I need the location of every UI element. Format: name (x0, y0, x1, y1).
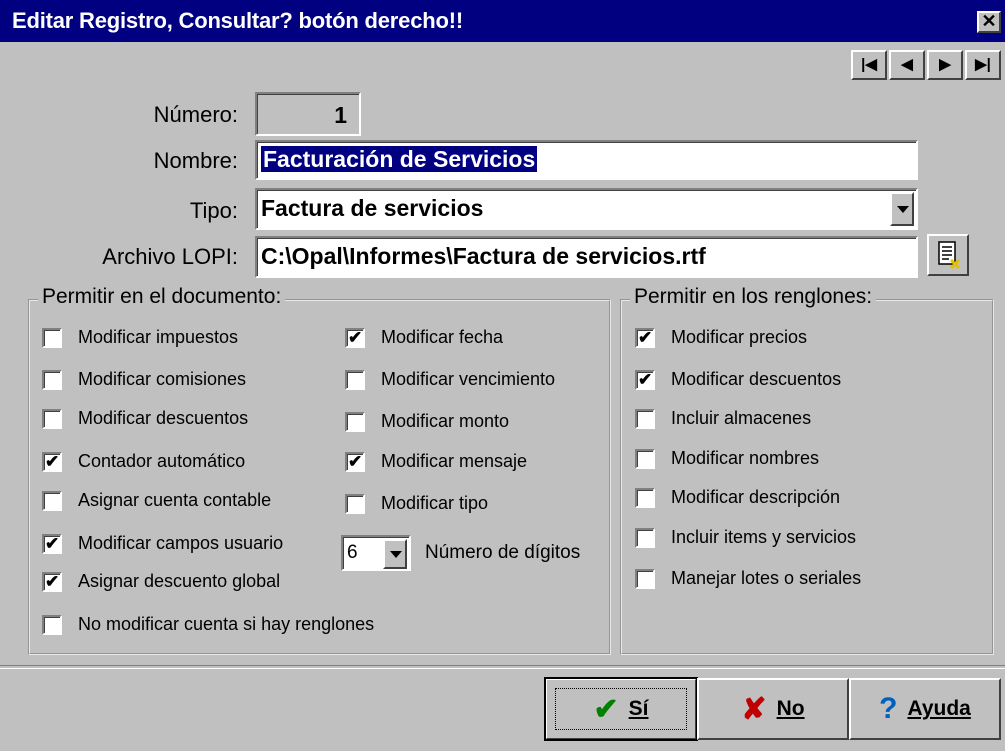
tipo-dropdown-button[interactable] (890, 192, 914, 226)
checkbox-modificar-monto[interactable]: Modificar monto (345, 411, 509, 432)
tipo-label: Tipo: (189, 198, 238, 223)
window-title: Editar Registro, Consultar? botón derech… (12, 8, 463, 33)
chevron-down-icon (897, 206, 909, 213)
browse-file-button[interactable] (927, 234, 969, 276)
check-mark-icon: ✔ (348, 451, 363, 471)
prev-record-button[interactable]: ◀ (889, 50, 925, 80)
record-navigator: |◀ ◀ ▶ ▶| (849, 50, 1001, 80)
first-record-button[interactable]: |◀ (851, 50, 887, 80)
checkbox-modificar-fecha[interactable]: ✔ Modificar fecha (345, 327, 503, 348)
row-options-group: Permitir en los renglones: (620, 285, 994, 655)
document-group-legend: Permitir en el documento: (38, 285, 286, 309)
tipo-select[interactable]: Factura de servicios (255, 188, 918, 230)
digits-dropdown-button[interactable] (383, 539, 407, 569)
nombre-value: Facturación de Servicios (261, 146, 538, 172)
checkbox-asignar-descuento-global[interactable]: ✔ Asignar descuento global (42, 571, 280, 592)
checkbox-modificar-tipo[interactable]: Modificar tipo (345, 493, 488, 514)
dialog-window: Editar Registro, Consultar? botón derech… (0, 0, 1005, 751)
checkbox-modificar-mensaje[interactable]: ✔ Modificar mensaje (345, 451, 527, 472)
help-icon: ? (879, 692, 898, 725)
first-icon: |◀ (861, 56, 877, 73)
check-mark-icon: ✔ (348, 327, 363, 347)
checkbox-modificar-vencimiento[interactable]: Modificar vencimiento (345, 369, 555, 390)
archivo-value: C:\Opal\Informes\Factura de servicios.rt… (261, 243, 706, 269)
tipo-value: Factura de servicios (261, 195, 484, 221)
digits-select[interactable]: 6 (341, 535, 411, 571)
chevron-down-icon (390, 551, 402, 558)
close-button[interactable]: ✕ (977, 11, 1001, 33)
numero-label: Número: (153, 102, 238, 127)
checkbox-modificar-descuentos[interactable]: Modificar descuentos (42, 408, 248, 429)
check-mark-icon: ✔ (45, 451, 60, 471)
document-options-group: Permitir en el documento: (28, 285, 611, 655)
checkbox-manejar-lotes[interactable]: Manejar lotes o seriales (635, 568, 861, 589)
archivo-label: Archivo LOPI: (102, 244, 238, 269)
next-icon: ▶ (939, 56, 951, 73)
checkbox-modificar-descripcion[interactable]: Modificar descripción (635, 487, 840, 508)
checkbox-modificar-comisiones[interactable]: Modificar comisiones (42, 369, 246, 390)
last-record-button[interactable]: ▶| (965, 50, 1001, 80)
divider (0, 665, 1005, 669)
digits-value: 6 (347, 542, 358, 563)
checkbox-modificar-impuestos[interactable]: Modificar impuestos (42, 327, 238, 348)
no-label: No (776, 697, 805, 720)
checkbox-no-modificar-cuenta[interactable]: No modificar cuenta si hay renglones (42, 614, 374, 635)
no-button[interactable]: ✘ No (697, 678, 849, 740)
ayuda-button[interactable]: ? Ayuda (849, 678, 1001, 740)
last-icon: ▶| (975, 56, 991, 73)
archivo-input[interactable]: C:\Opal\Informes\Factura de servicios.rt… (255, 236, 918, 278)
checkbox-asignar-cuenta-contable[interactable]: Asignar cuenta contable (42, 490, 271, 511)
prev-icon: ◀ (901, 56, 913, 73)
x-icon: ✘ (741, 692, 767, 726)
check-mark-icon: ✔ (45, 571, 60, 591)
checkbox-modificar-nombres[interactable]: Modificar nombres (635, 448, 819, 469)
document-icon (938, 241, 961, 270)
check-mark-icon: ✔ (638, 327, 653, 347)
next-record-button[interactable]: ▶ (927, 50, 963, 80)
check-mark-icon: ✔ (45, 533, 60, 553)
row-group-legend: Permitir en los renglones: (630, 285, 877, 309)
check-mark-icon: ✔ (638, 369, 653, 389)
nombre-input[interactable]: Facturación de Servicios (255, 140, 918, 180)
title-bar[interactable]: Editar Registro, Consultar? botón derech… (0, 0, 1005, 42)
ayuda-label: Ayuda (907, 697, 971, 720)
checkbox-row-modificar-descuentos[interactable]: ✔ Modificar descuentos (635, 369, 841, 390)
close-icon: ✕ (981, 11, 997, 31)
digits-label: Número de dígitos (425, 542, 581, 563)
checkbox-contador-automatico[interactable]: ✔ Contador automático (42, 451, 245, 472)
checkbox-modificar-campos-usuario[interactable]: ✔ Modificar campos usuario (42, 533, 283, 554)
nombre-label: Nombre: (153, 148, 238, 173)
si-button[interactable]: ✔ Sí (544, 677, 698, 741)
numero-value: 1 (334, 102, 347, 128)
checkbox-incluir-almacenes[interactable]: Incluir almacenes (635, 408, 811, 429)
checkbox-incluir-items-servicios[interactable]: Incluir items y servicios (635, 527, 856, 548)
numero-field: 1 (255, 92, 361, 136)
checkbox-modificar-precios[interactable]: ✔ Modificar precios (635, 327, 807, 348)
